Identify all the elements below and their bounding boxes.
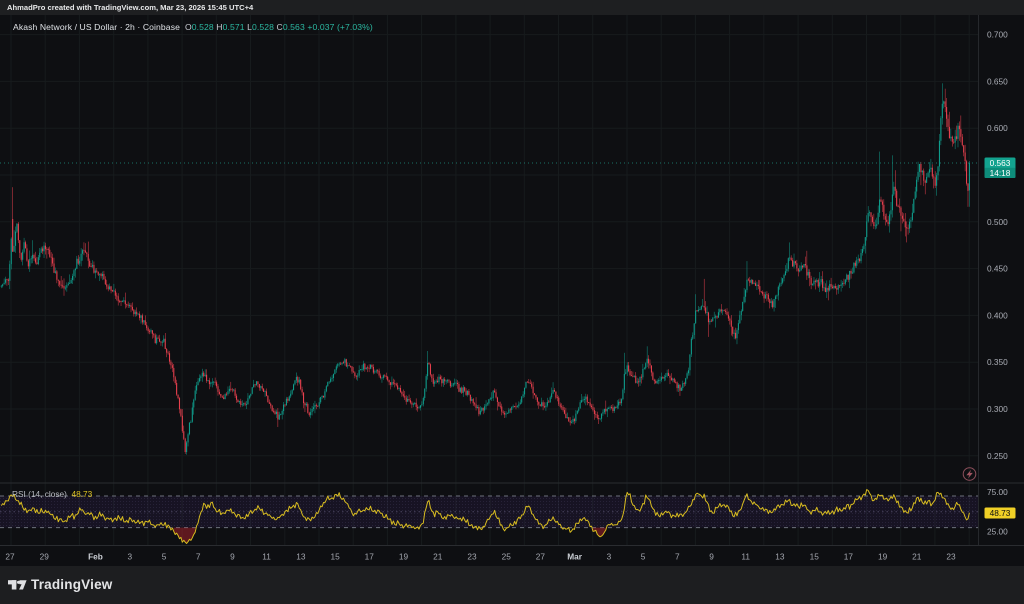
svg-text:5: 5: [641, 552, 646, 562]
svg-text:27: 27: [536, 552, 546, 562]
svg-text:11: 11: [741, 552, 750, 562]
svg-text:0.500: 0.500: [987, 217, 1008, 227]
svg-text:3: 3: [607, 552, 612, 562]
svg-text:25: 25: [502, 552, 512, 562]
svg-text:3: 3: [127, 552, 132, 562]
svg-text:0.700: 0.700: [987, 30, 1008, 40]
svg-text:0.400: 0.400: [987, 310, 1008, 320]
svg-text:11: 11: [262, 552, 271, 562]
svg-text:19: 19: [399, 552, 409, 562]
svg-text:29: 29: [40, 552, 50, 562]
svg-text:13: 13: [775, 552, 785, 562]
svg-text:17: 17: [365, 552, 375, 562]
svg-text:25.00: 25.00: [987, 527, 1008, 537]
svg-text:23: 23: [946, 552, 956, 562]
svg-text:0.650: 0.650: [987, 76, 1008, 86]
svg-text:7: 7: [675, 552, 680, 562]
svg-text:27: 27: [5, 552, 15, 562]
svg-text:9: 9: [709, 552, 714, 562]
svg-text:9: 9: [230, 552, 235, 562]
svg-text:0.300: 0.300: [987, 404, 1008, 414]
svg-text:0.600: 0.600: [987, 123, 1008, 133]
svg-text:5: 5: [162, 552, 167, 562]
svg-text:0.350: 0.350: [987, 357, 1008, 367]
svg-text:Feb: Feb: [88, 552, 103, 562]
svg-text:17: 17: [844, 552, 854, 562]
svg-text:21: 21: [912, 552, 922, 562]
svg-text:13: 13: [296, 552, 306, 562]
svg-text:48.73: 48.73: [990, 508, 1011, 518]
svg-text:21: 21: [433, 552, 443, 562]
svg-text:14:18: 14:18: [990, 168, 1011, 178]
svg-text:0.450: 0.450: [987, 264, 1008, 274]
svg-text:15: 15: [810, 552, 820, 562]
svg-text:0.250: 0.250: [987, 451, 1008, 461]
svg-text:15: 15: [330, 552, 340, 562]
svg-text:7: 7: [196, 552, 201, 562]
svg-text:Mar: Mar: [567, 552, 583, 562]
svg-text:19: 19: [878, 552, 888, 562]
svg-text:75.00: 75.00: [987, 487, 1008, 497]
svg-text:23: 23: [467, 552, 477, 562]
svg-text:0.563: 0.563: [990, 158, 1011, 168]
